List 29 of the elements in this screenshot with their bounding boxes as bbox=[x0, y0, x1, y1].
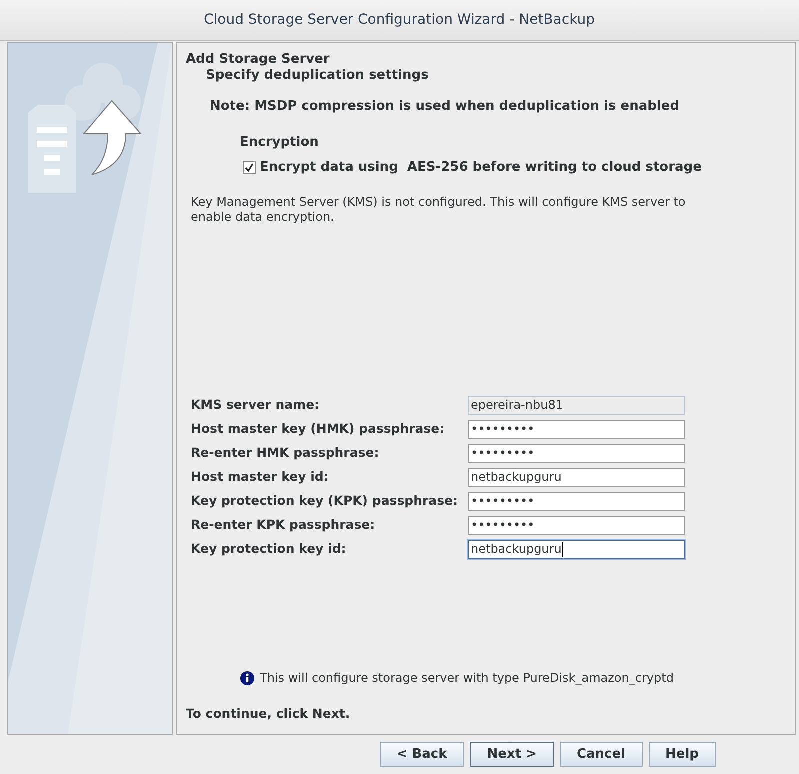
field-label: Re-enter HMK passphrase: bbox=[191, 444, 380, 462]
field-label: KMS server name: bbox=[191, 396, 321, 414]
window-title: Cloud Storage Server Configuration Wizard - NetBackup bbox=[204, 10, 595, 30]
field-label: Re-enter KPK passphrase: bbox=[191, 516, 376, 534]
note-text: Note: MSDP compression is used when deduplication is enabled bbox=[210, 98, 681, 116]
field-label: Key protection key (KPK) passphrase: bbox=[191, 492, 459, 510]
field-label: Host master key id: bbox=[191, 468, 330, 486]
info-text: This will configure storage server with type PureDisk_amazon_cryptd bbox=[260, 670, 674, 688]
input-field[interactable]: ••••••••• bbox=[468, 420, 685, 438]
input-field[interactable]: ••••••••• bbox=[468, 516, 685, 534]
section-heading: Encryption bbox=[240, 134, 320, 152]
encrypt-checkbox[interactable]: Encrypt data using AES-256 before writing to cloud storage bbox=[243, 158, 786, 178]
checkbox[interactable] bbox=[243, 161, 256, 174]
info-icon bbox=[240, 670, 255, 686]
wizard-button[interactable]: < Back bbox=[380, 742, 464, 767]
step-subtitle: Specify deduplication settings bbox=[206, 68, 430, 84]
continue-hint: To continue, click Next. bbox=[186, 705, 352, 724]
input-field[interactable]: netbackupguru bbox=[468, 540, 685, 558]
step-title: Add Storage Server bbox=[186, 52, 331, 68]
wizard-button[interactable]: Next > bbox=[470, 742, 554, 767]
input-field[interactable]: ••••••••• bbox=[468, 444, 685, 462]
checkmark-icon bbox=[245, 163, 254, 172]
field-label: Key protection key id: bbox=[191, 540, 348, 558]
wizard-button[interactable]: Cancel bbox=[560, 742, 643, 767]
input-field[interactable]: netbackupguru bbox=[468, 468, 685, 486]
field-label: Host master key (HMK) passphrase: bbox=[191, 420, 446, 438]
input-field[interactable]: ••••••••• bbox=[468, 492, 685, 510]
kms-message: Key Management Server (KMS) is not configured. This will configure KMS server to enable data encryption. bbox=[191, 194, 687, 224]
wizard-button[interactable]: Help bbox=[648, 742, 716, 767]
